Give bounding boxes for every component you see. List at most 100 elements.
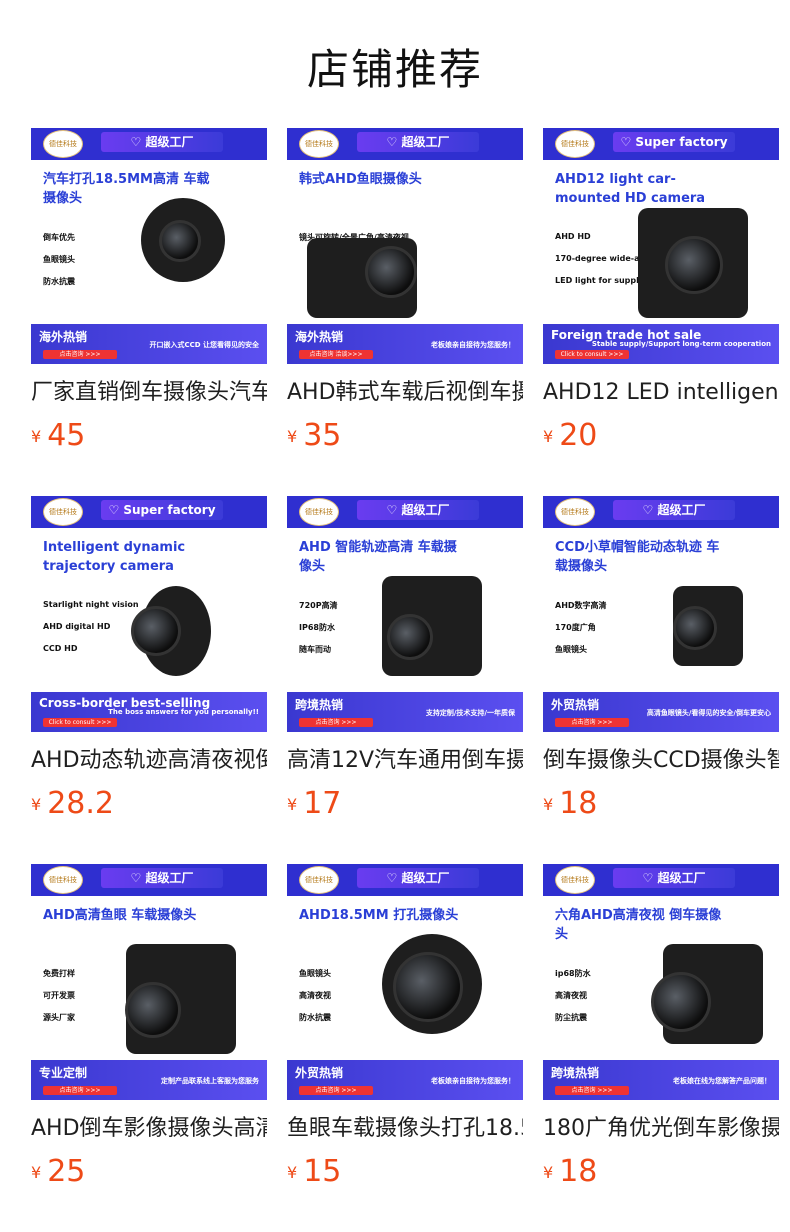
image-headline: AHD 智能轨迹高清 车载摄像头 bbox=[299, 540, 457, 574]
price-value: 20 bbox=[559, 418, 598, 453]
factory-badge-text: 超级工厂 bbox=[401, 503, 450, 517]
product-price: ¥18 bbox=[543, 1154, 779, 1190]
price-value: 17 bbox=[303, 786, 342, 821]
factory-badge: ♡ 超级工厂 bbox=[357, 868, 479, 888]
image-bottom-banner: 海外热销 开口嵌入式CCD 让您看得见的安全 点击咨询 >>> bbox=[31, 324, 267, 364]
consult-button-graphic: 点击咨询 >>> bbox=[43, 350, 117, 359]
product-price: ¥18 bbox=[543, 786, 779, 822]
product-card[interactable]: 德佳科技 ♡ 超级工厂 韩式AHD鱼眼摄像头 镜头可旋转/全景广角/高清夜视 海… bbox=[287, 128, 523, 454]
currency-symbol: ¥ bbox=[31, 427, 42, 446]
product-image[interactable]: 德佳科技 ♡ 超级工厂 AHD18.5MM 打孔摄像头 鱼眼镜头 高清夜视 防水抗震… bbox=[287, 864, 523, 1100]
product-name[interactable]: 厂家直销倒车摄像头汽车打孔18.5MM高清车载摄像头 bbox=[31, 378, 267, 408]
product-price: ¥25 bbox=[31, 1154, 267, 1190]
image-feature-text: AHD digital HD bbox=[43, 622, 111, 631]
product-name[interactable]: 鱼眼车载摄像头打孔18.5MM bbox=[287, 1114, 523, 1144]
image-headline: AHD18.5MM 打孔摄像头 bbox=[299, 908, 459, 923]
image-feature-text: 防水抗震 bbox=[299, 1013, 331, 1022]
image-note: Stable supply/Support long-term cooperat… bbox=[591, 340, 771, 348]
consult-button-graphic: 点击咨询 >>> bbox=[299, 718, 373, 727]
sales-tag: 海外热销 bbox=[39, 330, 88, 344]
brand-logo: 德佳科技 bbox=[555, 130, 595, 158]
image-note: The boss answers for you personally!! bbox=[108, 708, 259, 716]
product-image[interactable]: 德佳科技 ♡ 超级工厂 六角AHD高清夜视 倒车摄像头 ip68防水 高清夜视防尘… bbox=[543, 864, 779, 1100]
image-headline: 六角AHD高清夜视 倒车摄像头 bbox=[555, 908, 722, 942]
product-card[interactable]: 德佳科技 ♡ 超级工厂 六角AHD高清夜视 倒车摄像头 ip68防水 高清夜视防尘… bbox=[543, 864, 779, 1190]
image-feature-text: IP68防水 bbox=[299, 623, 335, 632]
product-name[interactable]: 高清12V汽车通用倒车摄像头 bbox=[287, 746, 523, 776]
product-name[interactable]: AHD动态轨迹高清夜视倒车摄像头 bbox=[31, 746, 267, 776]
product-card[interactable]: 德佳科技 ♡ 超级工厂 CCD小草帽智能动态轨迹 车载摄像头 AHD数字高清 17… bbox=[543, 496, 779, 822]
factory-badge-text: 超级工厂 bbox=[145, 135, 194, 149]
image-note: 高清鱼眼镜头/看得见的安全/倒车更安心 bbox=[646, 709, 771, 717]
image-feature-text: AHD HD bbox=[555, 232, 591, 241]
camera-lens-graphic bbox=[365, 246, 417, 298]
consult-button-graphic: 点击咨询 >>> bbox=[299, 1086, 373, 1095]
factory-badge-text: Super factory bbox=[635, 135, 728, 149]
camera-lens-graphic bbox=[393, 952, 463, 1022]
image-feature-text: 免费打样 bbox=[43, 969, 75, 978]
product-price: ¥17 bbox=[287, 786, 523, 822]
image-headline: AHD12 light car-mounted HD camera bbox=[555, 172, 706, 206]
image-feature-text: 防尘抗震 bbox=[555, 1013, 587, 1022]
sales-tag: 跨境热销 bbox=[295, 698, 344, 712]
product-image[interactable]: 德佳科技 ♡ Super factory Intelligent dynamic… bbox=[31, 496, 267, 732]
image-feature-text: 高清夜视 bbox=[555, 991, 587, 1000]
product-image[interactable]: 德佳科技 ♡ 超级工厂 AHD高清鱼眼 车载摄像头 免费打样 可开发票 源头厂家 专… bbox=[31, 864, 267, 1100]
image-feature-text: ip68防水 bbox=[555, 969, 591, 978]
image-feature-text: 高清夜视 bbox=[299, 991, 331, 1000]
factory-badge: ♡ Super factory bbox=[101, 500, 223, 520]
brand-logo: 德佳科技 bbox=[555, 866, 595, 894]
product-price: ¥35 bbox=[287, 418, 523, 454]
product-image[interactable]: 德佳科技 ♡ 超级工厂 AHD 智能轨迹高清 车载摄像头 720P高清 IP68防… bbox=[287, 496, 523, 732]
factory-badge-text: Super factory bbox=[123, 503, 216, 517]
factory-badge: ♡ 超级工厂 bbox=[101, 868, 223, 888]
image-headline: 韩式AHD鱼眼摄像头 bbox=[299, 172, 422, 187]
product-card[interactable]: 德佳科技 ♡ 超级工厂 汽车打孔18.5MM高清 车载摄像头 倒车优先 鱼眼镜头防… bbox=[31, 128, 267, 454]
product-card[interactable]: 德佳科技 ♡ 超级工厂 AHD高清鱼眼 车载摄像头 免费打样 可开发票 源头厂家 专… bbox=[31, 864, 267, 1190]
factory-badge: ♡ 超级工厂 bbox=[357, 500, 479, 520]
price-value: 18 bbox=[559, 786, 598, 821]
image-bottom-banner: 跨境热销 老板娘在线为您解答产品问题！ 点击咨询 >>> bbox=[543, 1060, 779, 1100]
price-value: 45 bbox=[47, 418, 86, 453]
product-card[interactable]: 德佳科技 ♡ Super factory AHD12 light car-mou… bbox=[543, 128, 779, 454]
product-name[interactable]: 180广角优光倒车影像摄像头 bbox=[543, 1114, 779, 1144]
factory-badge-text: 超级工厂 bbox=[657, 871, 706, 885]
product-name[interactable]: AHD韩式车载后视倒车摄像头鱼眼高清 bbox=[287, 378, 523, 408]
image-feature-text: 随车而动 bbox=[299, 645, 331, 654]
camera-lens-graphic bbox=[131, 606, 181, 656]
image-feature-text: AHD数字高清 bbox=[555, 601, 607, 610]
product-price: ¥45 bbox=[31, 418, 267, 454]
currency-symbol: ¥ bbox=[543, 1163, 554, 1182]
factory-badge-text: 超级工厂 bbox=[657, 503, 706, 517]
sales-tag: 跨境热销 bbox=[551, 1066, 600, 1080]
product-image[interactable]: 德佳科技 ♡ Super factory AHD12 light car-mou… bbox=[543, 128, 779, 364]
product-image[interactable]: 德佳科技 ♡ 超级工厂 CCD小草帽智能动态轨迹 车载摄像头 AHD数字高清 17… bbox=[543, 496, 779, 732]
product-card[interactable]: 德佳科技 ♡ Super factory Intelligent dynamic… bbox=[31, 496, 267, 822]
image-headline: CCD小草帽智能动态轨迹 车载摄像头 bbox=[555, 540, 720, 574]
brand-logo: 德佳科技 bbox=[43, 130, 83, 158]
brand-logo: 德佳科技 bbox=[299, 498, 339, 526]
brand-logo: 德佳科技 bbox=[43, 498, 83, 526]
image-bottom-banner: Cross-border best-selling The boss answe… bbox=[31, 692, 267, 732]
image-note: 老板娘亲自接待为您服务！ bbox=[431, 341, 515, 349]
product-image[interactable]: 德佳科技 ♡ 超级工厂 韩式AHD鱼眼摄像头 镜头可旋转/全景广角/高清夜视 海… bbox=[287, 128, 523, 364]
image-feature-text: 鱼眼镜头 bbox=[555, 645, 587, 654]
price-value: 18 bbox=[559, 1154, 598, 1189]
factory-badge: ♡ 超级工厂 bbox=[613, 868, 735, 888]
product-name[interactable]: 倒车摄像头CCD摄像头智能动态轨迹 bbox=[543, 746, 779, 776]
image-feature-text: 鱼眼镜头 bbox=[299, 969, 331, 978]
product-card[interactable]: 德佳科技 ♡ 超级工厂 AHD 智能轨迹高清 车载摄像头 720P高清 IP68防… bbox=[287, 496, 523, 822]
image-note: 老板娘亲自接待为您服务！ bbox=[431, 1077, 515, 1085]
product-card[interactable]: 德佳科技 ♡ 超级工厂 AHD18.5MM 打孔摄像头 鱼眼镜头 高清夜视 防水抗震… bbox=[287, 864, 523, 1190]
consult-button-graphic: 点击咨询 >>> bbox=[555, 718, 629, 727]
camera-lens-graphic bbox=[651, 972, 711, 1032]
currency-symbol: ¥ bbox=[543, 427, 554, 446]
price-value: 35 bbox=[303, 418, 342, 453]
image-note: 支持定制/技术支持/一年质保 bbox=[425, 709, 515, 717]
product-name[interactable]: AHD倒车影像摄像头高清鱼眼 bbox=[31, 1114, 267, 1144]
image-feature-text: 170度广角 bbox=[555, 623, 596, 632]
product-name[interactable]: AHD12 LED intelligent car camera bbox=[543, 378, 779, 408]
product-image[interactable]: 德佳科技 ♡ 超级工厂 汽车打孔18.5MM高清 车载摄像头 倒车优先 鱼眼镜头防… bbox=[31, 128, 267, 364]
currency-symbol: ¥ bbox=[31, 1163, 42, 1182]
factory-badge-text: 超级工厂 bbox=[145, 871, 194, 885]
